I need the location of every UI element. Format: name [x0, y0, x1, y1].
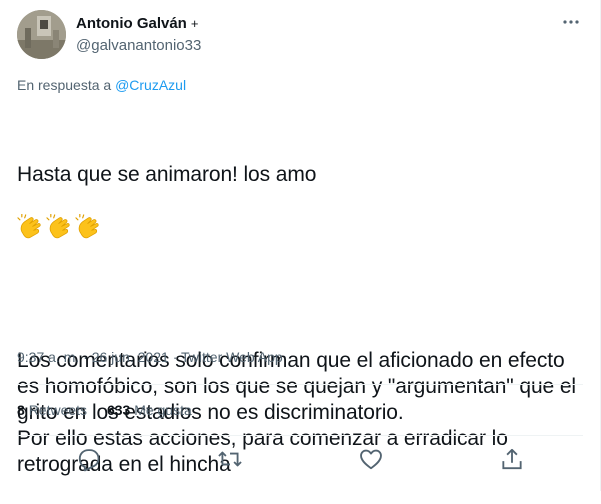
meta-separator: · [172, 349, 178, 365]
reply-icon [78, 449, 100, 472]
clapping-hands-icon [75, 214, 99, 239]
more-dots-icon [563, 20, 579, 24]
tweet-source-app[interactable]: Twitter Web App [181, 349, 283, 365]
tweet-card: Antonio Galván + @galvanantonio33 En resp… [0, 0, 601, 491]
author-badge: + [190, 16, 199, 31]
tweet-date[interactable]: 26 jun. 2021 [92, 349, 169, 365]
meta-separator: · [83, 349, 88, 365]
retweet-icon [218, 451, 242, 467]
tweet-header: Antonio Galván + @galvanantonio33 [17, 10, 587, 60]
retweets-count: 8 [17, 402, 25, 418]
more-options-button[interactable] [559, 12, 583, 32]
clapping-hands-icon [17, 214, 41, 239]
tweet-time[interactable]: 9:37 a. m. [17, 349, 79, 365]
reply-mention-link[interactable]: @CruzAzul [115, 77, 186, 93]
reply-context: En respuesta a @CruzAzul [17, 76, 186, 94]
likes-stat[interactable]: 633 Me gusta [107, 401, 192, 419]
avatar[interactable] [17, 10, 66, 59]
reply-prefix: En respuesta a [17, 77, 112, 93]
likes-label: Me gusta [134, 402, 192, 418]
tweet-stats: 8 Retweets 633 Me gusta [17, 401, 208, 419]
divider [17, 384, 583, 385]
author-display-name[interactable]: Antonio Galván [76, 15, 187, 32]
retweets-label: Retweets [28, 402, 88, 418]
tweet-meta: 9:37 a. m. · 26 jun. 2021 · Twitter Web … [17, 348, 283, 366]
retweets-stat[interactable]: 8 Retweets [17, 401, 87, 419]
share-icon [502, 448, 522, 470]
reply-button[interactable] [76, 446, 102, 472]
divider [17, 435, 583, 436]
likes-count: 633 [106, 402, 131, 418]
author-handle[interactable]: @galvanantonio33 [76, 36, 201, 56]
retweet-button[interactable] [217, 446, 243, 472]
clapping-hands-icon [46, 214, 70, 239]
tweet-text: Hasta que se animaron! los amo Los comen… [17, 110, 577, 504]
clap-emojis [17, 214, 104, 242]
heart-icon [360, 449, 382, 470]
share-button[interactable] [499, 446, 525, 472]
author-names: Antonio Galván + @galvanantonio33 [76, 14, 201, 56]
like-button[interactable] [358, 446, 384, 472]
action-bar [0, 446, 601, 472]
tweet-line-1: Hasta que se animaron! los amo [17, 163, 317, 186]
